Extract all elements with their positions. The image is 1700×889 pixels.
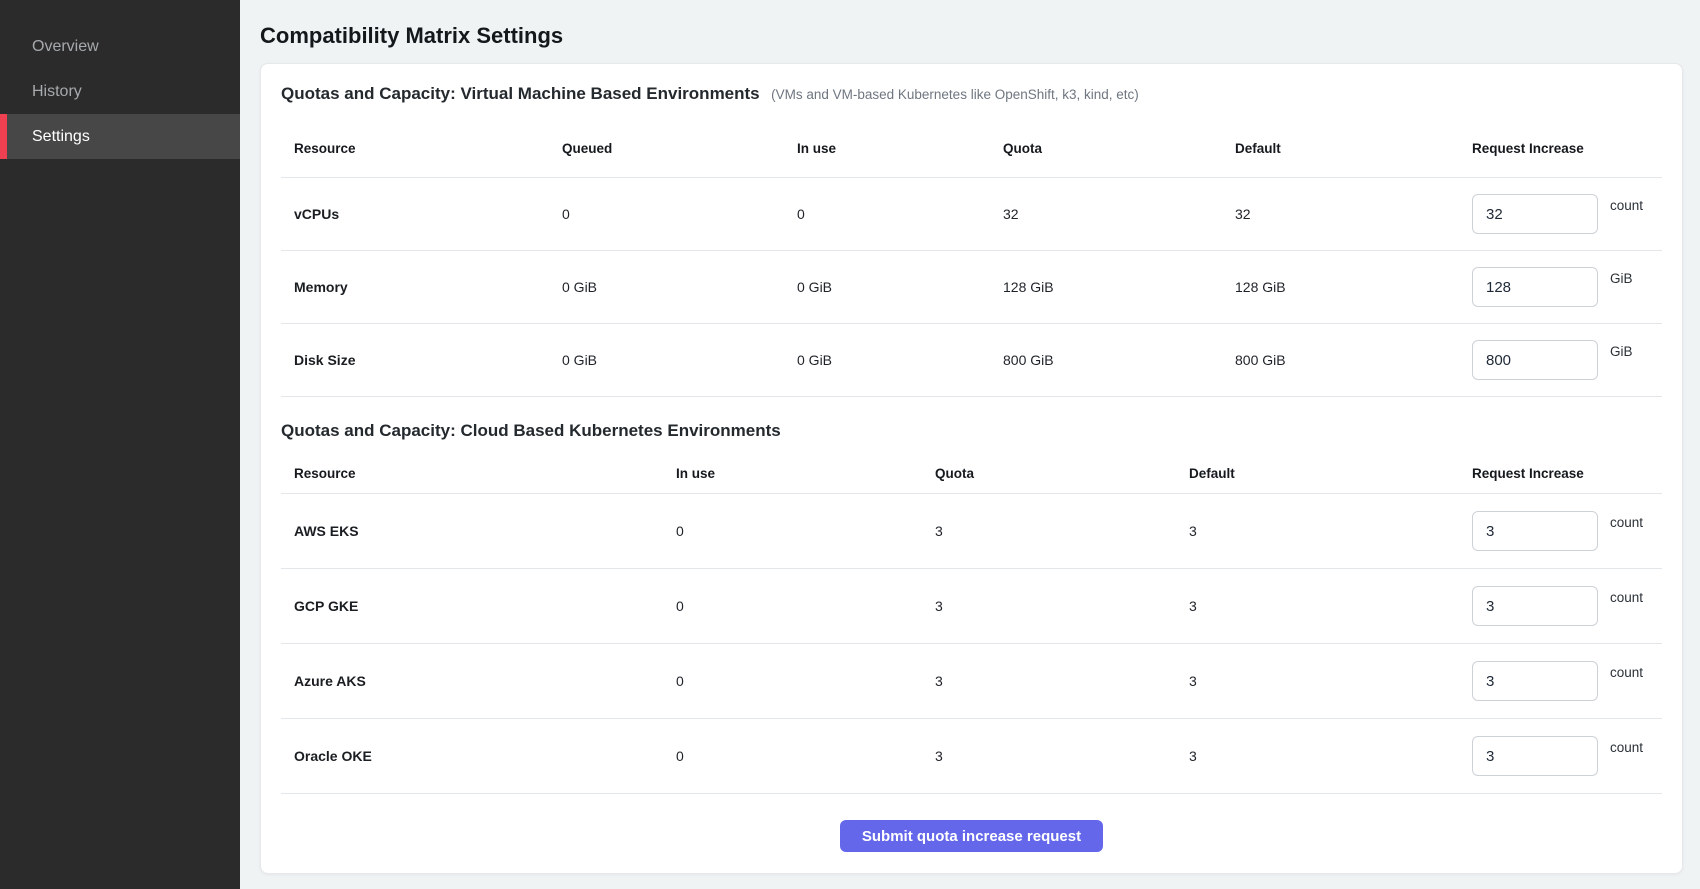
k8s-section-title: Quotas and Capacity: Cloud Based Kuberne… bbox=[281, 421, 781, 440]
row-label: Disk Size bbox=[281, 352, 549, 368]
request-increase-cell: count bbox=[1459, 586, 1662, 626]
request-increase-cell: count bbox=[1459, 736, 1662, 776]
sidebar-item-overview-label: Overview bbox=[32, 38, 99, 56]
table-row-oracle-oke: Oracle OKE 0 3 3 count bbox=[281, 719, 1662, 794]
in-use-value: 0 bbox=[663, 523, 922, 539]
in-use-value: 0 GiB bbox=[784, 279, 990, 295]
default-value: 3 bbox=[1176, 748, 1459, 764]
vm-col-queued: Queued bbox=[549, 140, 784, 157]
request-increase-cell: count bbox=[1459, 194, 1662, 234]
quota-value: 32 bbox=[990, 206, 1222, 222]
vcpus-request-input[interactable] bbox=[1472, 194, 1598, 234]
k8s-col-quota: Quota bbox=[922, 465, 1176, 482]
row-label: GCP GKE bbox=[281, 598, 663, 614]
queued-value: 0 bbox=[549, 206, 784, 222]
vm-table-header: Resource Queued In use Quota Default Req… bbox=[281, 140, 1662, 178]
unit-label: GiB bbox=[1610, 344, 1633, 359]
gcp-gke-request-input[interactable] bbox=[1472, 586, 1598, 626]
vm-col-quota: Quota bbox=[990, 140, 1222, 157]
table-row-memory: Memory 0 GiB 0 GiB 128 GiB 128 GiB GiB bbox=[281, 251, 1662, 324]
quota-value: 3 bbox=[922, 748, 1176, 764]
in-use-value: 0 bbox=[663, 673, 922, 689]
sidebar: Overview History Settings bbox=[0, 0, 240, 889]
default-value: 3 bbox=[1176, 673, 1459, 689]
card-footer: Submit quota increase request bbox=[281, 794, 1662, 874]
k8s-col-resource: Resource bbox=[281, 465, 663, 482]
unit-label: count bbox=[1610, 665, 1643, 680]
unit-label: count bbox=[1610, 515, 1643, 530]
vm-col-resource: Resource bbox=[281, 140, 549, 157]
request-increase-cell: count bbox=[1459, 511, 1662, 551]
default-value: 3 bbox=[1176, 598, 1459, 614]
table-row-aws-eks: AWS EKS 0 3 3 count bbox=[281, 494, 1662, 569]
k8s-table-header: Resource In use Quota Default Request In… bbox=[281, 465, 1662, 494]
sidebar-item-history[interactable]: History bbox=[0, 69, 240, 114]
in-use-value: 0 GiB bbox=[784, 352, 990, 368]
vm-section-subtitle: (VMs and VM-based Kubernetes like OpenSh… bbox=[771, 87, 1139, 102]
quota-value: 3 bbox=[922, 673, 1176, 689]
table-row-vcpus: vCPUs 0 0 32 32 count bbox=[281, 178, 1662, 251]
table-row-disk-size: Disk Size 0 GiB 0 GiB 800 GiB 800 GiB Gi… bbox=[281, 324, 1662, 397]
unit-label: GiB bbox=[1610, 271, 1633, 286]
unit-label: count bbox=[1610, 740, 1643, 755]
quota-value: 128 GiB bbox=[990, 279, 1222, 295]
k8s-col-in-use: In use bbox=[663, 465, 922, 482]
default-value: 128 GiB bbox=[1222, 279, 1459, 295]
sidebar-item-overview[interactable]: Overview bbox=[0, 24, 240, 69]
azure-aks-request-input[interactable] bbox=[1472, 661, 1598, 701]
table-row-gcp-gke: GCP GKE 0 3 3 count bbox=[281, 569, 1662, 644]
oracle-oke-request-input[interactable] bbox=[1472, 736, 1598, 776]
default-value: 3 bbox=[1176, 523, 1459, 539]
unit-label: count bbox=[1610, 590, 1643, 605]
vm-section-title: Quotas and Capacity: Virtual Machine Bas… bbox=[281, 84, 760, 103]
default-value: 800 GiB bbox=[1222, 352, 1459, 368]
k8s-col-default: Default bbox=[1176, 465, 1459, 482]
submit-quota-increase-button[interactable]: Submit quota increase request bbox=[840, 820, 1103, 852]
k8s-col-request-increase: Request Increase bbox=[1459, 465, 1662, 482]
memory-request-input[interactable] bbox=[1472, 267, 1598, 307]
in-use-value: 0 bbox=[784, 206, 990, 222]
aws-eks-request-input[interactable] bbox=[1472, 511, 1598, 551]
in-use-value: 0 bbox=[663, 598, 922, 614]
in-use-value: 0 bbox=[663, 748, 922, 764]
row-label: AWS EKS bbox=[281, 523, 663, 539]
row-label: Memory bbox=[281, 279, 549, 295]
unit-label: count bbox=[1610, 198, 1643, 213]
quota-value: 800 GiB bbox=[990, 352, 1222, 368]
sidebar-item-history-label: History bbox=[32, 83, 82, 101]
sidebar-item-settings-label: Settings bbox=[32, 128, 90, 146]
quota-value: 3 bbox=[922, 523, 1176, 539]
row-label: vCPUs bbox=[281, 206, 549, 222]
page-title: Compatibility Matrix Settings bbox=[260, 22, 1683, 50]
queued-value: 0 GiB bbox=[549, 279, 784, 295]
sidebar-item-settings[interactable]: Settings bbox=[0, 114, 240, 159]
request-increase-cell: count bbox=[1459, 661, 1662, 701]
quotas-card: Quotas and Capacity: Virtual Machine Bas… bbox=[260, 63, 1683, 874]
table-row-azure-aks: Azure AKS 0 3 3 count bbox=[281, 644, 1662, 719]
queued-value: 0 GiB bbox=[549, 352, 784, 368]
vm-section-heading: Quotas and Capacity: Virtual Machine Bas… bbox=[281, 82, 1662, 107]
request-increase-cell: GiB bbox=[1459, 340, 1662, 380]
row-label: Azure AKS bbox=[281, 673, 663, 689]
vm-col-default: Default bbox=[1222, 140, 1459, 157]
main-content: Compatibility Matrix Settings Quotas and… bbox=[240, 0, 1700, 874]
k8s-section-heading: Quotas and Capacity: Cloud Based Kuberne… bbox=[281, 419, 1662, 444]
vm-col-request-increase: Request Increase bbox=[1459, 140, 1662, 157]
request-increase-cell: GiB bbox=[1459, 267, 1662, 307]
default-value: 32 bbox=[1222, 206, 1459, 222]
disk-size-request-input[interactable] bbox=[1472, 340, 1598, 380]
row-label: Oracle OKE bbox=[281, 748, 663, 764]
quota-value: 3 bbox=[922, 598, 1176, 614]
vm-col-in-use: In use bbox=[784, 140, 990, 157]
